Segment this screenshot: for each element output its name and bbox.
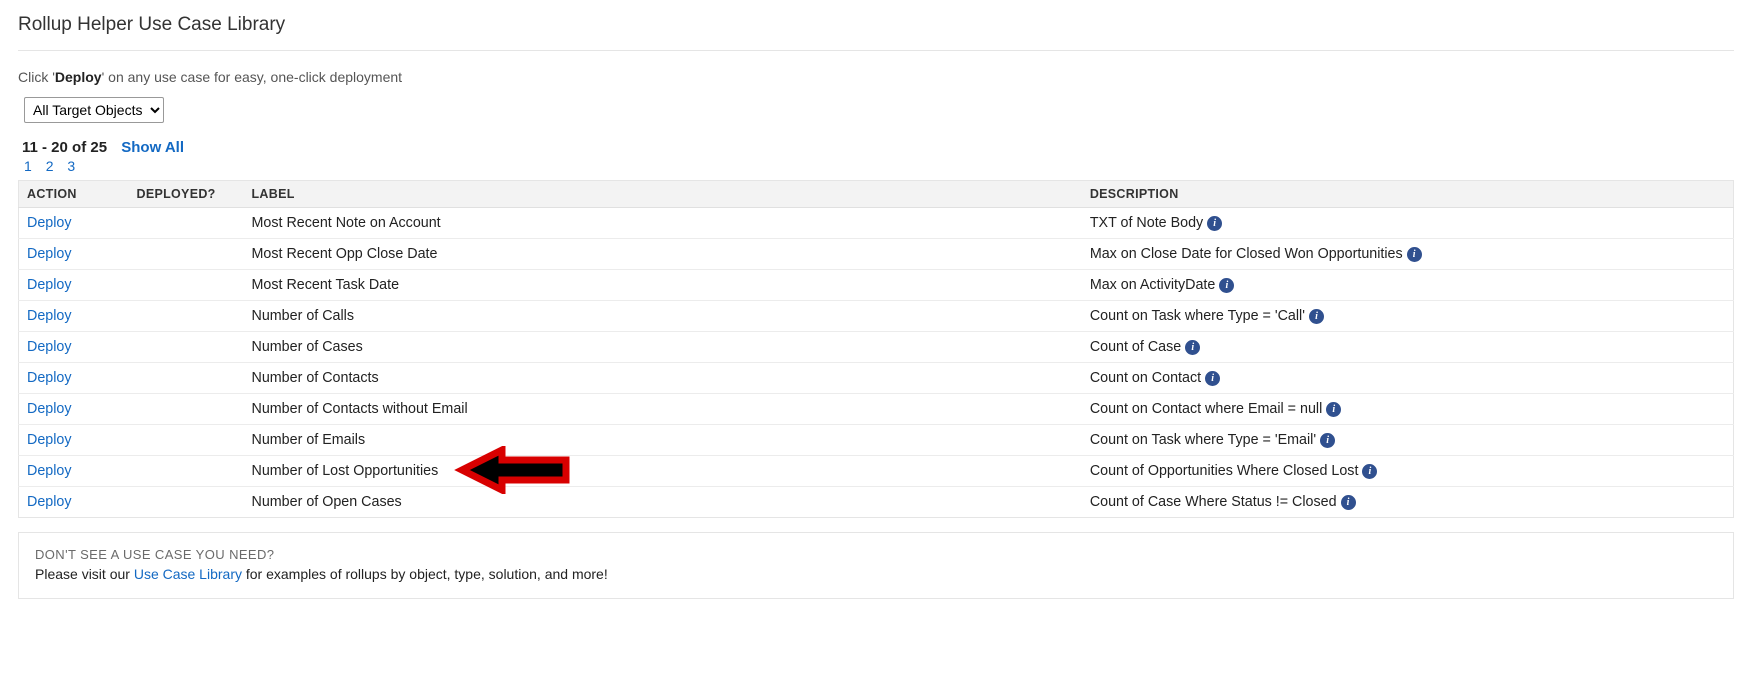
description-cell: Count of Case Where Status != Closed i [1082, 487, 1734, 518]
description-text: Count of Case [1090, 339, 1181, 355]
deployed-cell [129, 239, 244, 270]
label-cell: Number of Emails [244, 425, 1082, 456]
deploy-link[interactable]: Deploy [27, 494, 72, 510]
description-text: Count of Opportunities Where Closed Lost [1090, 463, 1359, 479]
table-row: DeployNumber of EmailsCount on Task wher… [19, 425, 1734, 456]
table-row: DeployMost Recent Note on AccountTXT of … [19, 208, 1734, 239]
description-text: Count on Contact [1090, 370, 1201, 386]
info-icon[interactable]: i [1205, 371, 1220, 386]
description-cell: Count on Contact i [1082, 363, 1734, 394]
table-row: DeployNumber of Contacts without EmailCo… [19, 394, 1734, 425]
label-cell: Number of Contacts without Email [244, 394, 1082, 425]
col-deployed-header: DEPLOYED? [129, 181, 244, 208]
deploy-link[interactable]: Deploy [27, 277, 72, 293]
instruction-bold: Deploy [55, 69, 102, 85]
description-cell: Max on ActivityDatei [1082, 270, 1734, 301]
table-row: DeployNumber of Open CasesCount of Case … [19, 487, 1734, 518]
deploy-link[interactable]: Deploy [27, 215, 72, 231]
deploy-link[interactable]: Deploy [27, 432, 72, 448]
table-row: DeployMost Recent Task DateMax on Activi… [19, 270, 1734, 301]
page-number-nav: 1 2 3 [24, 158, 1734, 174]
description-text: Count of Case Where Status != Closed [1090, 494, 1337, 510]
description-cell: Max on Close Date for Closed Won Opportu… [1082, 239, 1734, 270]
info-icon[interactable]: i [1309, 309, 1324, 324]
label-cell: Number of Open Cases [244, 487, 1082, 518]
page-title: Rollup Helper Use Case Library [18, 14, 1734, 51]
label-cell: Number of Calls [244, 301, 1082, 332]
description-text: Max on ActivityDate [1090, 277, 1216, 293]
table-row: Deploy Number of Cases Count of Case i [19, 332, 1734, 363]
footer-pre: Please visit our [35, 566, 134, 582]
info-icon[interactable]: i [1219, 278, 1234, 293]
description-text: Count on Task where Type = 'Email' [1090, 432, 1316, 448]
label-cell: Most Recent Opp Close Date [244, 239, 1082, 270]
deploy-link[interactable]: Deploy [27, 308, 72, 324]
use-case-library-link[interactable]: Use Case Library [134, 566, 242, 582]
deployed-cell [129, 487, 244, 518]
deployed-cell [129, 394, 244, 425]
label-cell: Number of Lost Opportunities [244, 456, 1082, 487]
table-row: DeployNumber of ContactsCount on Contact… [19, 363, 1734, 394]
label-cell: Most Recent Task Date [244, 270, 1082, 301]
description-cell: TXT of Note Body i [1082, 208, 1734, 239]
info-icon[interactable]: i [1407, 247, 1422, 262]
deploy-link[interactable]: Deploy [27, 401, 72, 417]
page-link-2[interactable]: 2 [46, 158, 54, 174]
instruction-pre: Click ' [18, 69, 55, 85]
deploy-link[interactable]: Deploy [27, 246, 72, 262]
deployed-cell [129, 208, 244, 239]
footer-text: Please visit our Use Case Library for ex… [35, 566, 1717, 582]
col-label-header: LABEL [244, 181, 1082, 208]
page-link-3[interactable]: 3 [67, 158, 75, 174]
info-icon[interactable]: i [1185, 340, 1200, 355]
label-cell: Number of Contacts [244, 363, 1082, 394]
info-icon[interactable]: i [1207, 216, 1222, 231]
instruction-post: ' on any use case for easy, one-click de… [102, 69, 402, 85]
deployed-cell [129, 270, 244, 301]
deployed-cell [129, 332, 244, 363]
description-cell: Count of Opportunities Where Closed Lost… [1082, 456, 1734, 487]
deployed-cell [129, 363, 244, 394]
show-all-link[interactable]: Show All [121, 139, 184, 156]
col-description-header: DESCRIPTION [1082, 181, 1734, 208]
description-text: Count on Task where Type = 'Call' [1090, 308, 1305, 324]
description-text: Count on Contact where Email = null [1090, 401, 1322, 417]
label-cell: Number of Cases [244, 332, 1082, 363]
label-cell: Most Recent Note on Account [244, 208, 1082, 239]
info-icon[interactable]: i [1326, 402, 1341, 417]
use-case-table: ACTION DEPLOYED? LABEL DESCRIPTION Deplo… [18, 180, 1734, 518]
table-row: Deploy Most Recent Opp Close Date Max on C… [19, 239, 1734, 270]
footer-post: for examples of rollups by object, type,… [242, 566, 608, 582]
info-icon[interactable]: i [1362, 464, 1377, 479]
info-icon[interactable]: i [1320, 433, 1335, 448]
instruction-text: Click 'Deploy' on any use case for easy,… [18, 69, 1734, 85]
deploy-link[interactable]: Deploy [27, 463, 72, 479]
description-cell: Count on Contact where Email = null i [1082, 394, 1734, 425]
description-cell: Count on Task where Type = 'Email' i [1082, 425, 1734, 456]
deployed-cell [129, 301, 244, 332]
table-row: DeployNumber of CallsCount on Task where… [19, 301, 1734, 332]
deploy-link[interactable]: Deploy [27, 370, 72, 386]
target-object-filter[interactable]: All Target Objects [24, 97, 164, 123]
description-text: Max on Close Date for Closed Won Opportu… [1090, 246, 1403, 262]
deploy-link[interactable]: Deploy [27, 339, 72, 355]
footer-help-box: DON'T SEE A USE CASE YOU NEED? Please vi… [18, 532, 1734, 599]
footer-question: DON'T SEE A USE CASE YOU NEED? [35, 547, 1717, 562]
deployed-cell [129, 456, 244, 487]
info-icon[interactable]: i [1341, 495, 1356, 510]
paging-range: 11 - 20 of 25 [22, 139, 107, 156]
table-row: DeployNumber of Lost OpportunitiesCount … [19, 456, 1734, 487]
description-cell: Count on Task where Type = 'Call' i [1082, 301, 1734, 332]
col-action-header: ACTION [19, 181, 129, 208]
deployed-cell [129, 425, 244, 456]
description-cell: Count of Case i [1082, 332, 1734, 363]
page-link-1[interactable]: 1 [24, 158, 32, 174]
description-text: TXT of Note Body [1090, 215, 1203, 231]
